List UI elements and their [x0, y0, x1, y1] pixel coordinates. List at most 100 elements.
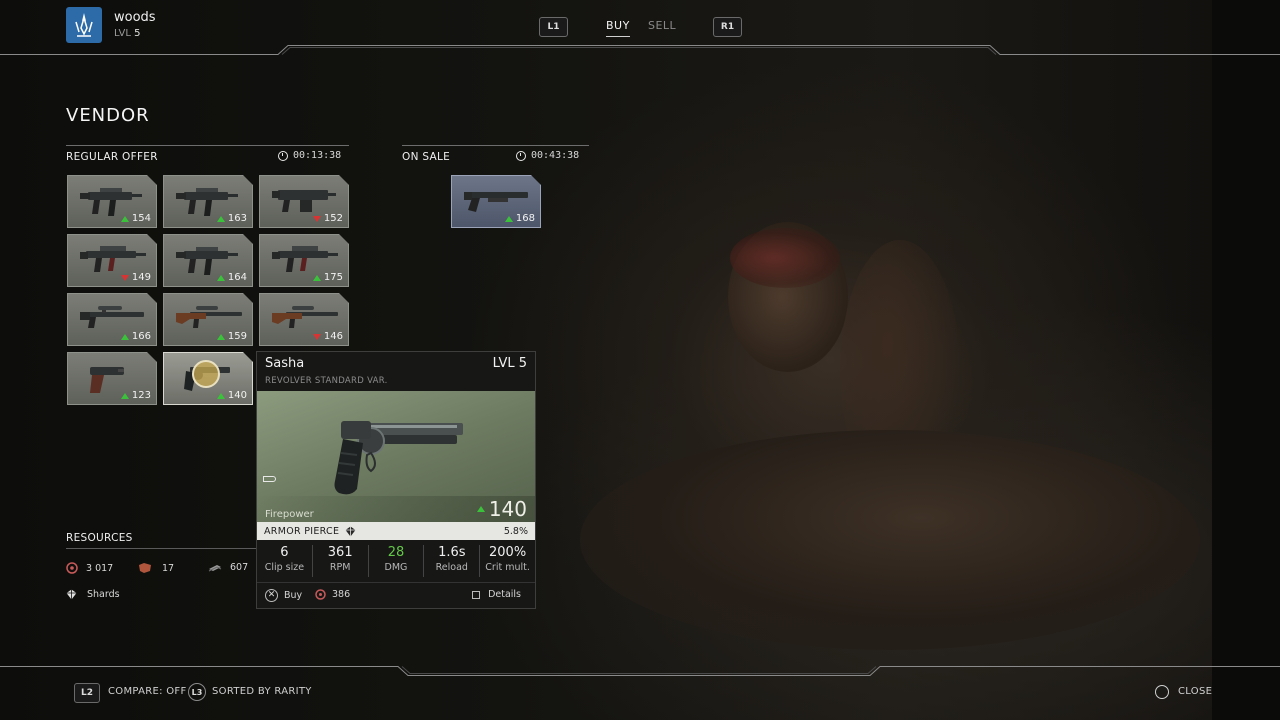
player-avatar[interactable]: [66, 7, 102, 43]
trend-down-icon: [312, 333, 321, 340]
cross-button-icon: ✕: [265, 589, 278, 602]
stat-rpm: 361 RPM: [313, 545, 369, 577]
weapon-stats: 6 Clip size 361 RPM 28 DMG 1.6s Reload 200% C…: [257, 542, 535, 580]
buy-button[interactable]: ✕ Buy: [265, 589, 302, 602]
clock-icon: [278, 150, 288, 161]
close-button[interactable]: CLOSE: [1178, 686, 1212, 697]
trend-up-icon: [120, 392, 129, 399]
scene-figure-bandana: [730, 228, 840, 288]
weapon-tile[interactable]: 123: [67, 352, 157, 405]
l3-button[interactable]: L3: [188, 683, 206, 701]
resources-line: [66, 548, 256, 549]
trend-up-icon: [120, 333, 129, 340]
tile-power: 163: [216, 213, 247, 224]
tile-power: 168: [504, 213, 535, 224]
perk-name: ARMOR PIERCE: [264, 525, 340, 537]
stat-crit-mult: 200% Crit mult.: [485, 545, 530, 573]
trend-up-icon: [216, 333, 225, 340]
on-sale-line: [402, 145, 589, 146]
trend-up-icon: [216, 215, 225, 222]
tile-power: 123: [120, 390, 151, 401]
tile-power: 175: [312, 272, 343, 283]
resource-shards: Shards: [66, 589, 120, 600]
clock-icon: [516, 150, 526, 161]
tile-power: 166: [120, 331, 151, 342]
trend-up-icon: [476, 506, 485, 512]
trend-up-icon: [312, 274, 321, 281]
perk-value: 5.8%: [503, 525, 528, 537]
perk-bar: ARMOR PIERCE 5.8%: [257, 522, 535, 540]
tile-power: 154: [120, 213, 151, 224]
tile-power: 152: [312, 213, 343, 224]
weapon-detail-card: Sasha LVL 5 REVOLVER STANDARD VAR. Firep…: [256, 351, 536, 609]
square-button-icon: [472, 590, 481, 599]
weapon-tile[interactable]: 149: [67, 234, 157, 287]
scene-vignette-right: [1212, 0, 1280, 720]
cursor-icon: [192, 360, 220, 388]
resource-scrap: 607: [208, 562, 248, 573]
emblem-icon: [75, 13, 93, 37]
price: 386: [315, 589, 350, 600]
resource-credits: 3 017: [66, 562, 113, 574]
firepower-label: Firepower: [265, 509, 314, 520]
shard-icon: [66, 589, 77, 600]
weapon-tile[interactable]: 159: [163, 293, 253, 346]
on-sale-label: ON SALE: [402, 151, 451, 163]
tile-power: 159: [216, 331, 247, 342]
regular-offer-label: REGULAR OFFER: [66, 151, 158, 163]
trend-up-icon: [216, 392, 225, 399]
scrap-icon: [208, 564, 222, 571]
top-divider: [0, 45, 1280, 55]
sort-toggle[interactable]: SORTED BY RARITY: [212, 686, 312, 697]
trend-up-icon: [504, 215, 513, 222]
stat-reload: 1.6s Reload: [424, 545, 481, 577]
credits-icon: [315, 589, 326, 600]
weapon-type: REVOLVER STANDARD VAR.: [265, 376, 388, 386]
weapon-tile[interactable]: 164: [163, 234, 253, 287]
shard-icon: [345, 526, 356, 536]
tile-power: 164: [216, 272, 247, 283]
details-button[interactable]: Details: [472, 589, 521, 600]
tile-power: 140: [216, 390, 247, 401]
weapon-tile[interactable]: 154: [67, 175, 157, 228]
tab-sell[interactable]: SELL: [648, 19, 676, 32]
scene-figure-arms: [580, 430, 1200, 650]
weapon-name: Sasha: [265, 356, 305, 371]
compare-toggle[interactable]: COMPARE: OFF: [108, 686, 187, 697]
tile-power: 149: [120, 272, 151, 283]
weapon-preview: Firepower 140: [257, 391, 535, 522]
trend-down-icon: [312, 215, 321, 222]
username: woods: [114, 10, 156, 25]
l1-button[interactable]: L1: [539, 17, 568, 37]
l2-button[interactable]: L2: [74, 683, 100, 703]
tab-buy[interactable]: BUY: [606, 19, 630, 37]
firepower-value: 140: [476, 497, 527, 521]
r1-button[interactable]: R1: [713, 17, 742, 37]
materials-icon: [139, 563, 151, 573]
weapon-level: LVL 5: [492, 356, 527, 371]
page-title: VENDOR: [66, 105, 150, 126]
card-footer: ✕ Buy 386 Details: [257, 582, 535, 609]
weapon-tile[interactable]: 166: [67, 293, 157, 346]
on-sale-timer: 00:43:38: [516, 150, 579, 161]
revolver-image: [334, 421, 463, 495]
weapon-tile[interactable]: 152: [259, 175, 349, 228]
weapon-tile[interactable]: 175: [259, 234, 349, 287]
weapon-tile[interactable]: 140: [163, 352, 253, 405]
tile-power: 146: [312, 331, 343, 342]
resources-label: RESOURCES: [66, 532, 133, 544]
sale-weapon-tile[interactable]: 168: [451, 175, 541, 228]
ammo-icon: [263, 476, 276, 482]
weapon-tile[interactable]: 146: [259, 293, 349, 346]
trend-up-icon: [120, 215, 129, 222]
resource-materials: 17: [138, 562, 174, 574]
weapon-tile[interactable]: 163: [163, 175, 253, 228]
regular-offer-timer: 00:13:38: [278, 150, 341, 161]
stat-clip-size: 6 Clip size: [257, 545, 313, 577]
trend-down-icon: [120, 274, 129, 281]
bottom-divider: [0, 666, 1280, 676]
circle-button-icon: [1155, 685, 1169, 699]
user-level: LVL 5: [114, 28, 141, 39]
stat-dmg: 28 DMG: [369, 545, 425, 577]
trend-up-icon: [216, 274, 225, 281]
